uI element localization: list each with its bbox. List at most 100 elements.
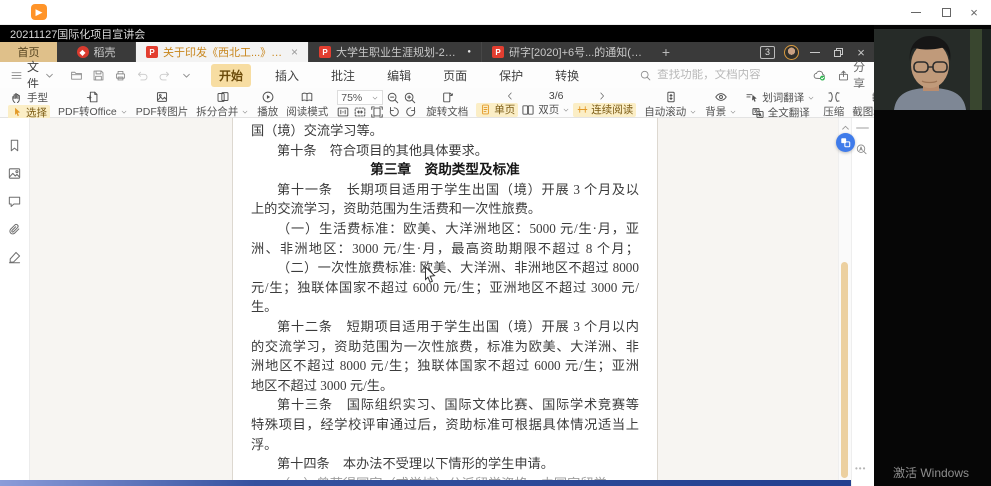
background-eye-icon[interactable]: [714, 90, 728, 104]
tool-label: PDF转图片: [136, 104, 189, 119]
wps-close-button[interactable]: ×: [854, 45, 868, 59]
toolbar-row-bottom: 播放: [257, 104, 278, 119]
zoom-out-icon[interactable]: [386, 91, 400, 105]
task-window-badge[interactable]: 3: [760, 46, 775, 59]
doc-line: 国（境）交流学习等。: [251, 121, 639, 141]
document-tab[interactable]: P大学生职业生涯规划-2021春季学期●: [308, 42, 481, 62]
customize-caret-icon[interactable]: [180, 69, 193, 82]
rail-bookmark-icon[interactable]: [7, 138, 22, 153]
play-icon[interactable]: [261, 90, 275, 104]
file-menu[interactable]: 文件: [27, 58, 39, 92]
open-folder-icon[interactable]: [70, 69, 83, 82]
menu-item-保护[interactable]: 保护: [491, 64, 531, 87]
toolbar-row-top: 划词翻译: [745, 90, 815, 105]
rail-thumbnail-icon[interactable]: [7, 166, 22, 181]
toolbar-row-top: [300, 90, 314, 104]
toolbar-group: 阅读模式: [286, 90, 328, 114]
pdf-to-office-icon[interactable]: [86, 90, 100, 104]
menu-item-页面[interactable]: 页面: [435, 64, 475, 87]
cursor-tool[interactable]: 选择: [8, 105, 50, 119]
rotate-right-icon[interactable]: [404, 105, 418, 119]
doc-line: 地区不超过 3000 元/生。: [251, 376, 639, 396]
toolbar-row-top: [86, 90, 100, 104]
page-indicator[interactable]: 3/6: [533, 90, 579, 102]
vertical-scrollbar-thumb[interactable]: [841, 262, 848, 478]
continuous-icon: [576, 103, 589, 116]
toolbar-row-top: [440, 90, 454, 104]
close-button[interactable]: ×: [959, 4, 989, 21]
toolbar-group: PDF转Office: [58, 90, 128, 114]
tab-store[interactable]: ◆ 稻壳: [57, 42, 135, 62]
doc-line: 洲、非洲地区：3000 元/生·月，最高资助期限不超过 8 个月；: [251, 239, 639, 259]
read-mode-icon[interactable]: [300, 90, 314, 104]
menu-item-插入[interactable]: 插入: [267, 64, 307, 87]
tool-label: 拆分合并: [196, 104, 238, 119]
doc-line: 元/生；独联体国家不超过 6000 元/生；亚洲地区不超过 3000 元/: [251, 278, 639, 298]
rotate-left-icon[interactable]: [387, 105, 401, 119]
translate-fab[interactable]: [836, 133, 855, 152]
pdf-to-image-icon[interactable]: [155, 90, 169, 104]
rotate-doc-icon[interactable]: [440, 90, 454, 104]
double-page-icon[interactable]: [521, 103, 535, 117]
chevron-down-icon: [371, 94, 379, 102]
menu-search[interactable]: [639, 69, 807, 82]
minimize-button[interactable]: [901, 4, 931, 21]
zoom-select[interactable]: 75%: [337, 90, 383, 105]
tool-label: PDF转Office: [58, 104, 117, 119]
search-input[interactable]: [657, 69, 807, 81]
left-rail: [0, 118, 30, 480]
tool-label: 播放: [257, 104, 278, 119]
hand-icon[interactable]: [10, 91, 24, 105]
wps-minimize-button[interactable]: [808, 45, 822, 59]
recorder-app-icon: ▶: [31, 4, 47, 20]
cloud-synced-icon[interactable]: [813, 69, 826, 82]
toolbar-row-bottom: 阅读模式: [286, 104, 328, 119]
undo-icon[interactable]: [136, 69, 149, 82]
save-icon[interactable]: [92, 69, 105, 82]
split-merge-icon[interactable]: [216, 90, 230, 104]
rail-attachment-icon[interactable]: [7, 222, 22, 237]
tab-close-icon[interactable]: ×: [291, 45, 298, 59]
panel-resize-dots[interactable]: •••: [855, 464, 866, 473]
menu-item-编辑[interactable]: 编辑: [379, 64, 419, 87]
next-page-icon[interactable]: [597, 91, 607, 101]
document-tab[interactable]: P研字[2020]+6号...的通知(签章).pdf: [481, 42, 654, 62]
rail-comment-icon[interactable]: [7, 194, 22, 209]
share-icon: [837, 69, 850, 82]
toolbar-row-bottom: 自动滚动: [644, 104, 697, 119]
tool-label: 双页: [538, 102, 559, 117]
maximize-button[interactable]: [931, 4, 961, 21]
auto-scroll-icon[interactable]: [664, 90, 678, 104]
print-icon[interactable]: [114, 69, 127, 82]
share-button[interactable]: 分享: [837, 58, 865, 92]
panel-collapse-handle[interactable]: [856, 127, 869, 129]
toolbar-row-bottom: 压缩: [823, 104, 844, 119]
word-translate-icon[interactable]: [745, 91, 759, 105]
doc-line: 生。: [251, 297, 639, 317]
avatar[interactable]: [784, 45, 799, 60]
zoom-in-icon[interactable]: [403, 91, 417, 105]
redo-icon[interactable]: [158, 69, 171, 82]
compress-icon[interactable]: [827, 90, 841, 104]
actual-size-icon[interactable]: [336, 105, 350, 119]
rail-seal-icon[interactable]: [7, 250, 22, 265]
hamburger-icon[interactable]: [10, 69, 23, 82]
continuous-tool[interactable]: 连续阅读: [573, 103, 636, 117]
fit-width-icon[interactable]: [353, 105, 367, 119]
new-tab-button[interactable]: +: [654, 42, 678, 62]
document-tab[interactable]: P关于印发《西北工...》的通知.pdf×: [135, 42, 308, 62]
wps-restore-button[interactable]: [831, 45, 845, 59]
toolbar-row-bottom: 拆分合并: [196, 104, 249, 119]
single-page-tool[interactable]: 单页: [476, 103, 518, 117]
webcam-video: [874, 29, 991, 110]
toolbar-row-top: 手型: [10, 90, 48, 105]
tab-store-label: 稻壳: [94, 44, 116, 60]
tab-label: 关于印发《西北工...》的通知.pdf: [163, 44, 286, 60]
find-in-page-icon[interactable]: [855, 143, 868, 156]
fit-page-icon[interactable]: [370, 105, 384, 119]
previous-page-icon[interactable]: [505, 91, 515, 101]
menu-item-开始[interactable]: 开始: [211, 64, 251, 87]
menu-item-批注[interactable]: 批注: [323, 64, 363, 87]
horizontal-scrollbar[interactable]: [0, 480, 851, 486]
menu-item-转换[interactable]: 转换: [547, 64, 587, 87]
